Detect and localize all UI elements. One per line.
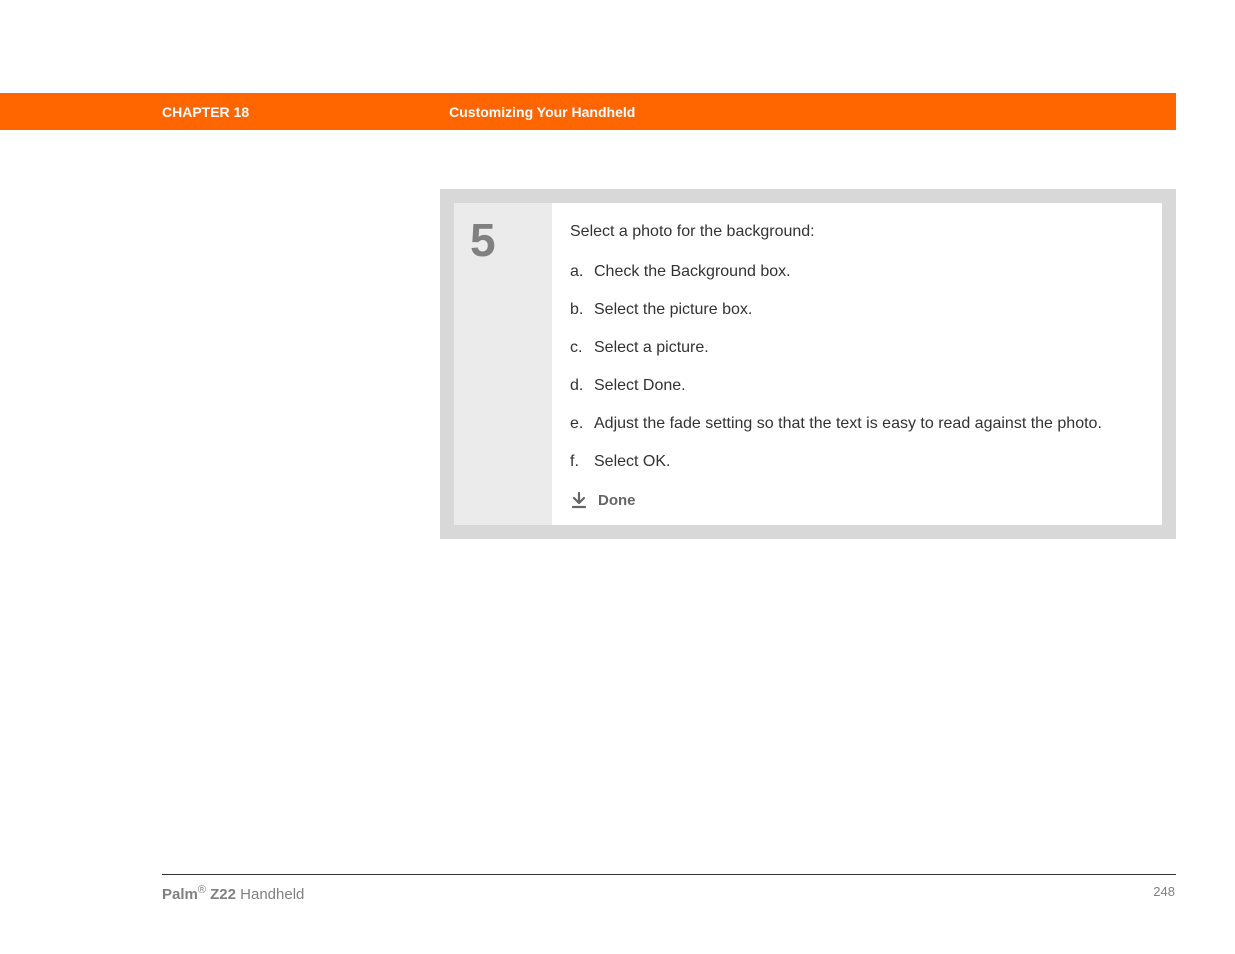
list-text: Adjust the fade setting so that the text…	[594, 415, 1102, 433]
download-done-icon	[570, 491, 588, 509]
footer-product: Handheld	[236, 886, 304, 903]
list-item: c. Select a picture.	[570, 339, 1144, 357]
chapter-label: CHAPTER 18	[162, 104, 249, 120]
done-label: Done	[598, 492, 636, 509]
step-box: 5 Select a photo for the background: a. …	[440, 189, 1176, 539]
footer-divider	[162, 874, 1176, 875]
step-list: a. Check the Background box. b. Select t…	[570, 263, 1144, 471]
page-number: 248	[1153, 884, 1175, 899]
list-marker: b.	[570, 301, 594, 319]
list-marker: e.	[570, 415, 594, 433]
list-marker: f.	[570, 453, 594, 471]
footer-product-label: Palm® Z22 Handheld	[162, 884, 304, 903]
list-text: Select Done.	[594, 377, 686, 395]
list-text: Select a picture.	[594, 339, 709, 357]
footer-brand: Palm	[162, 886, 198, 903]
footer-registered-mark: ®	[198, 884, 206, 896]
chapter-header-bar: CHAPTER 18 Customizing Your Handheld	[0, 93, 1176, 130]
list-text: Select OK.	[594, 453, 670, 471]
step-title: Select a photo for the background:	[570, 223, 1144, 241]
list-item: b. Select the picture box.	[570, 301, 1144, 319]
list-text: Check the Background box.	[594, 263, 791, 281]
step-inner: 5 Select a photo for the background: a. …	[454, 203, 1162, 525]
list-marker: c.	[570, 339, 594, 357]
list-item: d. Select Done.	[570, 377, 1144, 395]
step-number: 5	[470, 213, 536, 267]
done-row: Done	[570, 491, 1144, 509]
list-item: e. Adjust the fade setting so that the t…	[570, 415, 1144, 433]
list-text: Select the picture box.	[594, 301, 752, 319]
step-number-column: 5	[454, 203, 552, 525]
footer-model: Z22	[206, 886, 236, 903]
list-marker: a.	[570, 263, 594, 281]
list-item: a. Check the Background box.	[570, 263, 1144, 281]
section-title: Customizing Your Handheld	[449, 104, 635, 120]
step-content-column: Select a photo for the background: a. Ch…	[552, 203, 1162, 525]
list-item: f. Select OK.	[570, 453, 1144, 471]
list-marker: d.	[570, 377, 594, 395]
